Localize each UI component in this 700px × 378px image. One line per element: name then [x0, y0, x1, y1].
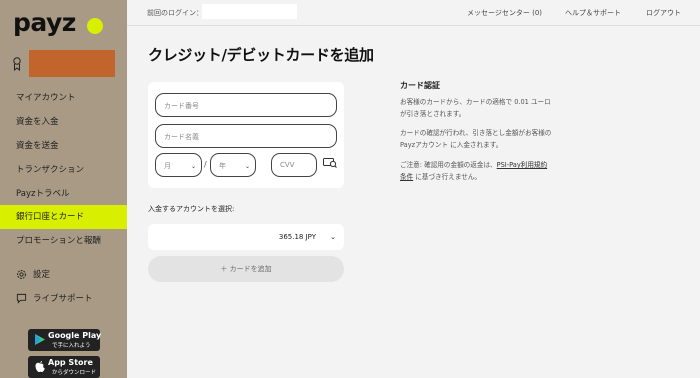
sidebar-item-label: 資金を送金	[16, 141, 59, 151]
sidebar-item-transactions[interactable]: トランザクション	[0, 158, 127, 182]
sidebar-item-settings[interactable]: 設定	[0, 263, 127, 287]
google-play-icon	[35, 334, 45, 345]
sidebar-item-bank-and-cards[interactable]: 銀行口座とカード	[0, 205, 127, 229]
sidebar-item-label: Payzトラベル	[16, 189, 70, 199]
gear-icon	[17, 270, 26, 279]
google-play-button[interactable]: Google Play で手に入れよう	[28, 329, 102, 351]
info-p3-suffix: に基づき行えません。	[413, 172, 482, 181]
chevron-down-icon: ⌄	[191, 163, 197, 170]
sidebar-item-deposit[interactable]: 資金を入金	[0, 110, 127, 134]
last-login-label: 前回のログイン：	[147, 9, 203, 17]
logo-dot-icon	[87, 18, 103, 34]
account-select-value: 365.18 JPY	[278, 233, 316, 241]
payz-logo[interactable]: payz	[13, 8, 76, 37]
sidebar-item-label: マイアカウント	[16, 93, 76, 103]
info-p3-prefix: ご注意: 確認用の金額の返金は、	[400, 161, 497, 169]
sidebar-item-label: トランザクション	[16, 165, 85, 175]
year-select[interactable]: 年 ⌄	[210, 153, 256, 177]
logout-link[interactable]: ログアウト	[646, 8, 681, 18]
help-support-link[interactable]: ヘルプ＆サポート	[565, 8, 621, 18]
sidebar-item-label: ライブサポート	[33, 294, 93, 304]
top-bar: 前回のログイン： メッセージセンター (0) ヘルプ＆サポート ログアウト	[127, 0, 700, 26]
card-number-placeholder: カード番号	[164, 102, 199, 110]
account-select-label: 入金するアカウントを選択:	[148, 205, 235, 213]
app-store-main: App Store	[48, 358, 93, 367]
info-paragraph-2: カードの確認が行われ、引き落とし金額がお客様の Payzアカウント に入金されま…	[400, 129, 552, 149]
user-name-redacted	[29, 50, 115, 77]
date-separator: /	[204, 160, 207, 169]
last-login-value-redacted	[202, 4, 297, 19]
month-select[interactable]: 月 ⌄	[155, 153, 202, 177]
card-verification-title: カード認証	[400, 81, 440, 90]
chat-bubble-icon	[16, 293, 27, 304]
month-placeholder: 月	[164, 162, 171, 170]
card-name-placeholder: カード名義	[164, 133, 199, 141]
sidebar-item-live-support[interactable]: ライブサポート	[0, 287, 127, 311]
info-paragraph-1: お客様のカードから、カードの適格で 0.01 ユーロが引き落とされます。	[400, 98, 551, 118]
cvv-help-card-icon[interactable]	[323, 158, 337, 168]
sidebar-item-label: プロモーションと報酬	[16, 236, 101, 246]
sidebar-item-my-account[interactable]: マイアカウント	[0, 86, 127, 110]
cvv-field[interactable]: CVV	[271, 153, 317, 177]
add-card-button[interactable]: ＋ カードを追加	[148, 256, 344, 282]
app-store-button[interactable]: App Store からダウンロード	[28, 356, 100, 378]
sidebar-item-label: 資金を入金	[16, 117, 59, 127]
apple-icon	[35, 361, 45, 372]
google-play-sub: で手に入れよう	[52, 343, 91, 349]
sidebar-item-send[interactable]: 資金を送金	[0, 134, 127, 158]
sidebar: payz マイアカウント 資金を入金 資金を送金 トランザクション Payzトラ…	[0, 0, 127, 378]
user-row	[12, 50, 115, 77]
sidebar-item-promotions[interactable]: プロモーションと報酬	[0, 229, 127, 253]
sidebar-item-label: 設定	[33, 270, 51, 280]
info-paragraph-3: ご注意: 確認用の金額の返金は、PSI-Pay利用規約条件 に基づき行えません。	[400, 160, 552, 183]
card-name-field[interactable]: カード名義	[155, 124, 337, 148]
google-play-main: Google Play	[48, 331, 102, 340]
year-placeholder: 年	[219, 162, 226, 170]
user-badge-icon	[13, 57, 21, 71]
sidebar-item-label: 銀行口座とカード	[16, 212, 85, 222]
app-store-sub: からダウンロード	[52, 370, 97, 376]
message-center-link[interactable]: メッセージセンター (0)	[467, 8, 542, 18]
page-title: クレジット/デビットカードを追加	[148, 46, 374, 64]
card-number-field[interactable]: カード番号	[155, 93, 337, 117]
chevron-down-icon: ⌄	[245, 163, 251, 170]
cvv-placeholder: CVV	[280, 161, 295, 169]
account-select[interactable]: 365.18 JPY ⌄	[148, 224, 344, 250]
chevron-down-icon: ⌄	[330, 233, 336, 241]
sidebar-item-travel[interactable]: Payzトラベル	[0, 182, 127, 206]
